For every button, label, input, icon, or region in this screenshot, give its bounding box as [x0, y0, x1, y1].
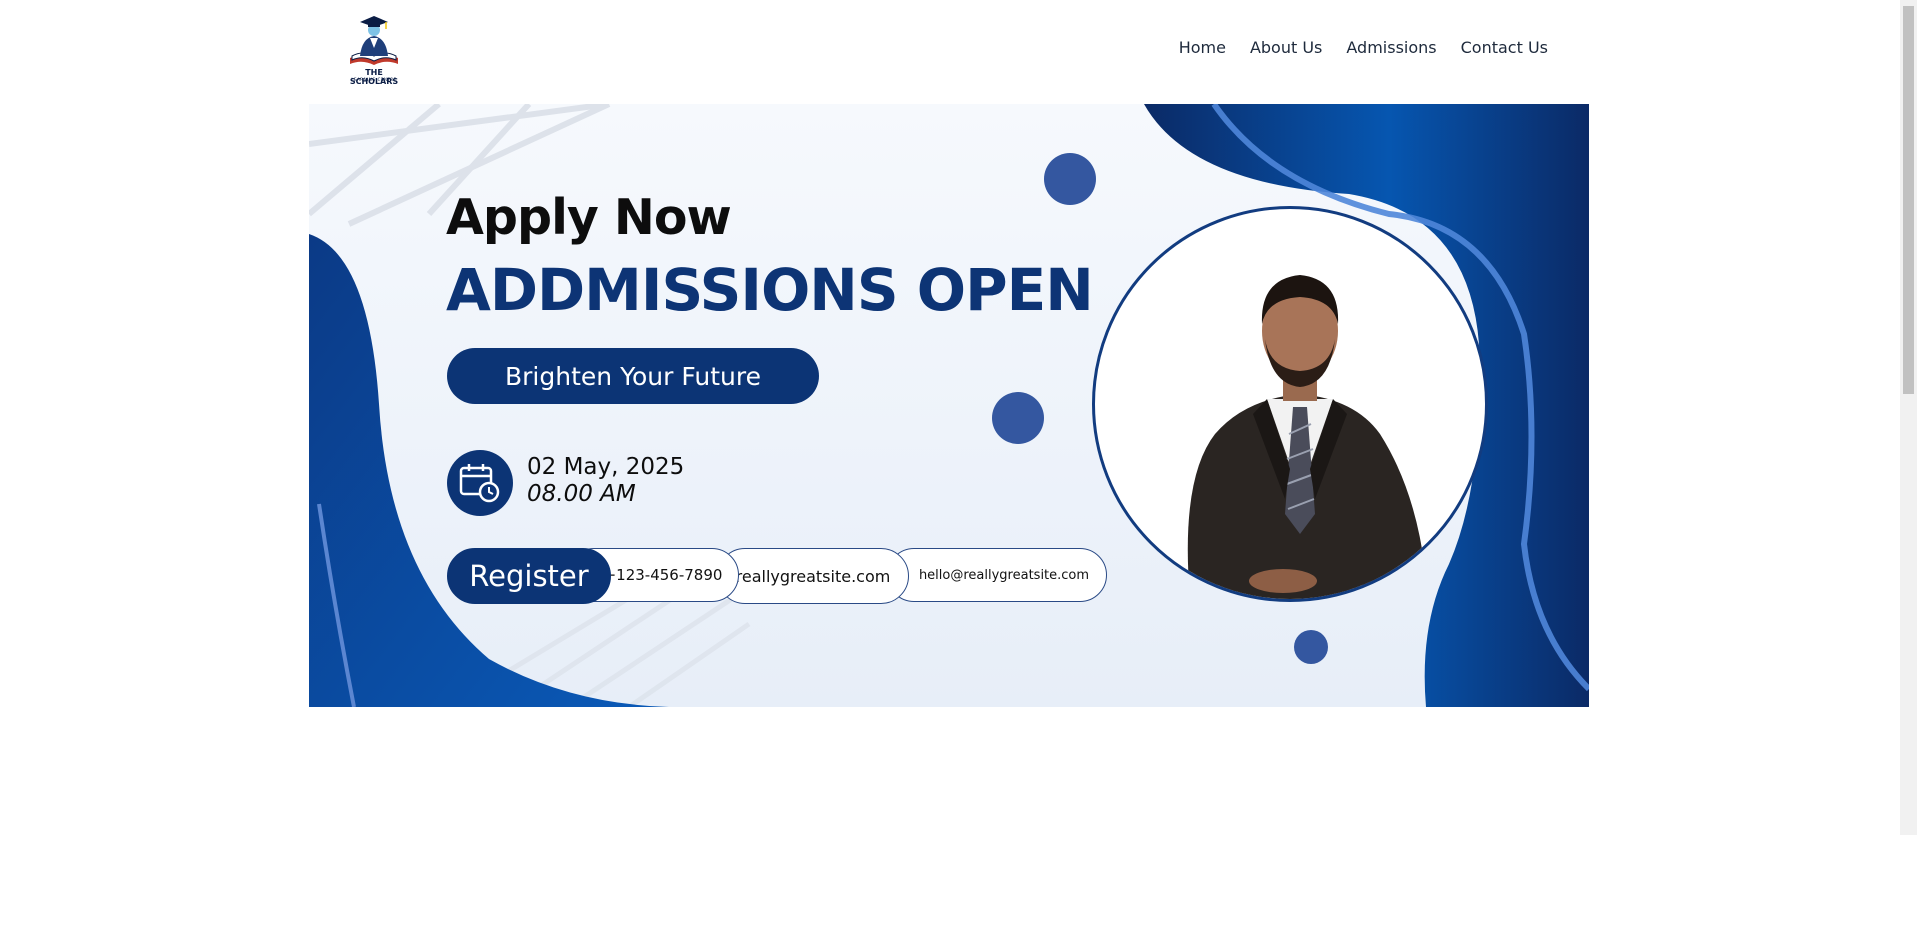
website-pill[interactable]: reallygreatsite.com [717, 548, 909, 604]
decor-dot-2 [992, 392, 1044, 444]
event-time: 08.00 AM [527, 481, 636, 507]
calendar-badge [447, 450, 513, 516]
site-header: THE SCHOLARS LEARNING CENTRE Home About … [0, 0, 1900, 104]
nav-home[interactable]: Home [1179, 38, 1226, 57]
nav-admissions[interactable]: Admissions [1346, 38, 1436, 57]
admissions-banner: Apply Now ADDMISSIONS OPEN Brighten Your… [309, 104, 1589, 707]
calendar-clock-icon [459, 464, 500, 503]
scholar-logo-icon [350, 16, 398, 65]
decor-dot-1 [1044, 153, 1096, 205]
decor-dot-3 [1294, 630, 1328, 664]
main-nav: Home About Us Admissions Contact Us [1179, 38, 1548, 57]
student-portrait-image [1187, 275, 1425, 599]
register-contact-bar: hello@reallygreatsite.com reallygreatsit… [447, 548, 1107, 604]
tagline-badge: Brighten Your Future [447, 348, 819, 404]
event-date: 02 May, 2025 [527, 454, 685, 480]
student-photo [1092, 206, 1488, 602]
page-scrollbar[interactable] [1900, 0, 1917, 835]
scrollbar-thumb[interactable] [1903, 6, 1914, 394]
logo-subtitle: LEARNING CENTRE [351, 77, 397, 82]
register-button[interactable]: Register [447, 548, 611, 604]
nav-about-us[interactable]: About Us [1250, 38, 1322, 57]
admissions-open-heading: ADDMISSIONS OPEN [446, 256, 1094, 324]
logo[interactable]: THE SCHOLARS LEARNING CENTRE [340, 14, 408, 86]
nav-contact-us[interactable]: Contact Us [1461, 38, 1548, 57]
apply-now-heading: Apply Now [446, 189, 732, 246]
email-pill[interactable]: hello@reallygreatsite.com [887, 548, 1107, 602]
